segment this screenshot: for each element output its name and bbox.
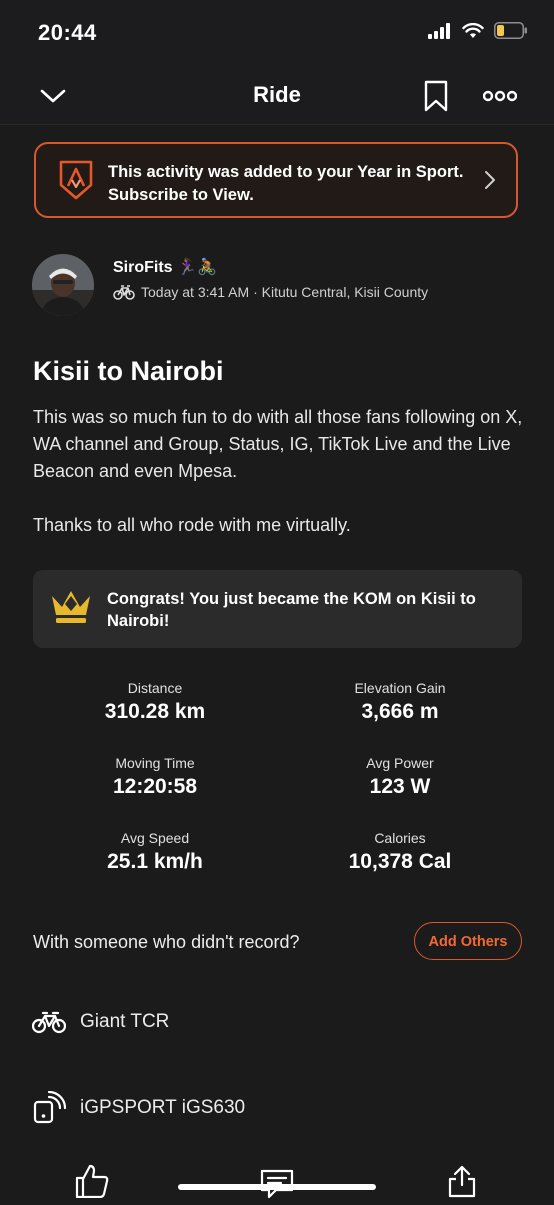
crown-icon (52, 591, 90, 623)
stat-label: Calories (374, 830, 426, 846)
page-title: Ride (253, 82, 301, 107)
strava-shield-icon (59, 160, 93, 200)
stat-value: 10,378 Cal (348, 850, 452, 873)
device-name: iGPSPORT iGS630 (80, 1097, 246, 1118)
description-paragraph-2: Thanks to all who rode with me virtually… (33, 515, 351, 535)
stat-value: 310.28 km (104, 700, 206, 723)
with-others-prompt: With someone who didn't record? (33, 932, 300, 952)
kom-achievement-card[interactable]: Congrats! You just became the KOM on Kis… (33, 570, 522, 648)
bike-icon (113, 285, 135, 300)
status-bar: 20:44 (0, 0, 554, 66)
bike-name: Giant TCR (80, 1011, 170, 1032)
bike-icon (32, 1011, 66, 1034)
year-in-sport-badge (58, 159, 94, 206)
promo-line-1: This activity was added to your Year in … (108, 163, 464, 181)
kom-message: Congrats! You just became the KOM on Kis… (107, 590, 476, 630)
athlete-name[interactable]: SiroFits 🏃🏾‍♀️🚴🏾 (113, 257, 217, 277)
promo-chevron (484, 170, 496, 195)
bookmark-button[interactable] (418, 78, 454, 114)
battery-icon (494, 22, 527, 39)
year-in-sport-banner[interactable]: This activity was added to your Year in … (34, 142, 518, 218)
stat-distance: Distance 310.28 km (35, 680, 275, 724)
stat-value: 123 W (369, 775, 431, 798)
activity-title: Kisii to Nairobi (33, 356, 224, 386)
signal-icon (428, 22, 450, 39)
share-icon (448, 1165, 476, 1198)
device-icon (33, 1091, 66, 1124)
stat-label: Avg Power (366, 755, 434, 771)
stat-label: Elevation Gain (354, 680, 446, 696)
more-options-button[interactable] (482, 78, 518, 114)
status-icons (428, 22, 528, 39)
athlete-name-text: SiroFits (113, 259, 173, 276)
description-paragraph-1: This was so much fun to do with all thos… (33, 407, 523, 481)
with-others-row: With someone who didn't record? Add Othe… (33, 922, 522, 962)
promo-message: This activity was added to your Year in … (108, 161, 478, 207)
bottom-action-bar (0, 1160, 554, 1200)
status-time: 20:44 (38, 20, 97, 45)
stat-calories: Calories 10,378 Cal (280, 830, 520, 874)
stat-label: Distance (127, 680, 183, 696)
avatar[interactable] (32, 254, 94, 316)
activity-description: This was so much fun to do with all thos… (33, 404, 523, 539)
avatar-image (32, 254, 94, 316)
activity-meta: Today at 3:41 AM · Kitutu Central, Kisii… (113, 284, 428, 300)
stat-avg-power: Avg Power 123 W (280, 755, 520, 799)
wifi-icon (462, 22, 484, 38)
stat-label: Moving Time (115, 755, 195, 771)
stat-elevation-gain: Elevation Gain 3,666 m (280, 680, 520, 724)
home-indicator (178, 1184, 376, 1190)
activity-time-location: Today at 3:41 AM · Kitutu Central, Kisii… (141, 284, 429, 300)
chevron-right-icon (485, 171, 495, 189)
stat-avg-speed: Avg Speed 25.1 km/h (35, 830, 275, 874)
bookmark-icon (424, 80, 448, 112)
nav-bar: Ride (0, 66, 554, 125)
thumbs-up-icon (75, 1164, 109, 1199)
stat-value: 12:20:58 (112, 775, 198, 798)
kom-crown (49, 588, 93, 631)
stat-moving-time: Moving Time 12:20:58 (35, 755, 275, 799)
gear-device-row[interactable]: iGPSPORT iGS630 (32, 1088, 245, 1128)
add-others-button[interactable]: Add Others (414, 922, 522, 960)
athlete-emoji: 🏃🏾‍♀️🚴🏾 (177, 259, 217, 276)
gear-bike-row[interactable]: Giant TCR (32, 1002, 169, 1042)
stat-value: 3,666 m (361, 700, 439, 723)
more-icon (483, 90, 517, 102)
kudos-button[interactable] (74, 1164, 110, 1203)
athlete-header: SiroFits 🏃🏾‍♀️🚴🏾 Today at 3:41 AM · Kitu… (32, 254, 522, 324)
stat-label: Avg Speed (120, 830, 190, 846)
stat-value: 25.1 km/h (107, 850, 203, 873)
promo-line-2: Subscribe to View. (108, 186, 254, 204)
share-button[interactable] (446, 1164, 478, 1203)
